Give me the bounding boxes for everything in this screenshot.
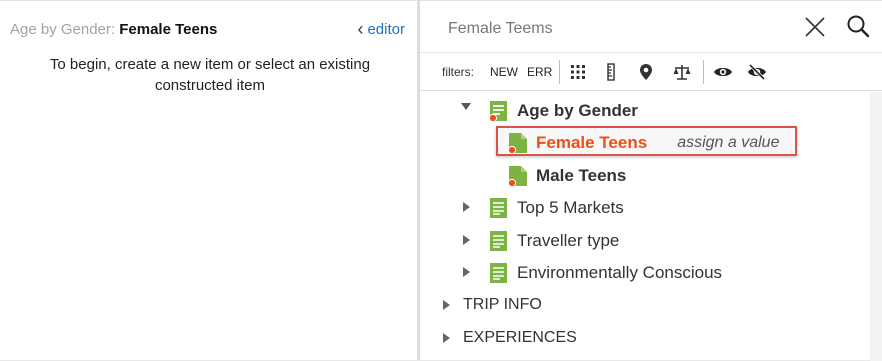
tree-node-top-5-markets[interactable]: Top 5 Markets <box>488 195 624 221</box>
caret-right-icon[interactable] <box>460 200 472 212</box>
variable-item-icon <box>507 132 529 155</box>
tree-node-label: Female Teens <box>536 133 648 152</box>
caret-down-icon[interactable] <box>460 99 472 111</box>
balance-scale-icon[interactable] <box>672 62 692 82</box>
search-input[interactable] <box>446 15 790 43</box>
grid-icon[interactable] <box>569 62 587 82</box>
close-icon[interactable] <box>804 16 826 38</box>
tree-node-traveller-type[interactable]: Traveller type <box>488 228 619 254</box>
chevron-left-icon: ‹ <box>357 19 364 39</box>
ruler-icon[interactable] <box>604 62 618 82</box>
tree-node-female-teens[interactable]: Female Teens assign a value <box>507 130 779 156</box>
tree-panel: filters: NEW ERR <box>420 0 882 361</box>
tree-section-trip-info[interactable]: TRIP INFO <box>463 292 542 318</box>
filter-new-button[interactable]: NEW <box>490 62 518 82</box>
variable-group-icon <box>488 262 510 284</box>
vertical-scrollbar[interactable] <box>870 92 882 361</box>
hint-line-2: constructed item <box>154 77 266 94</box>
variable-item-icon <box>507 165 529 188</box>
caret-right-icon[interactable] <box>460 233 472 245</box>
tree-section-experiences[interactable]: EXPERIENCES <box>463 325 577 351</box>
tree-section-label: EXPERIENCES <box>463 329 577 346</box>
breadcrumb-parent: Age by Gender: <box>10 21 116 38</box>
variable-group-icon <box>488 100 510 123</box>
tree-node-environmentally-conscious[interactable]: Environmentally Conscious <box>488 260 722 286</box>
caret-right-icon[interactable] <box>440 331 452 343</box>
search-icon[interactable] <box>846 14 870 38</box>
tree-node-male-teens[interactable]: Male Teens <box>507 163 626 189</box>
map-pin-icon[interactable] <box>638 62 654 82</box>
filters-label: filters: <box>442 65 475 79</box>
tree-view: Age by Gender Female Teens assign a valu… <box>420 92 868 361</box>
toolbar-separator <box>559 60 560 84</box>
tree-section-label: TRIP INFO <box>463 296 542 313</box>
caret-right-icon[interactable] <box>460 265 472 277</box>
assign-value-hint[interactable]: assign a value <box>677 134 779 152</box>
tree-node-label: Male Teens <box>536 166 627 185</box>
hint-line-1: To begin, create a new item or select an… <box>49 56 371 73</box>
caret-right-icon[interactable] <box>440 298 452 310</box>
tree-node-label: Top 5 Markets <box>517 198 624 217</box>
tree-node-age-by-gender[interactable]: Age by Gender <box>488 98 638 124</box>
tree-node-label: Age by Gender <box>517 101 638 120</box>
editor-panel: Age by Gender: Female Teens ‹ editor To … <box>0 0 417 360</box>
tree-node-label: Traveller type <box>517 231 620 250</box>
filters-toolbar: filters: NEW ERR <box>420 53 882 91</box>
search-bar <box>420 1 882 53</box>
eye-icon[interactable] <box>712 62 734 82</box>
toolbar-separator <box>703 60 704 84</box>
empty-state-hint: To begin, create a new item or select an… <box>20 54 400 96</box>
panel-title: Age by Gender: Female Teens <box>10 21 217 38</box>
variable-group-icon <box>488 197 510 219</box>
editor-link[interactable]: ‹ editor <box>357 19 405 39</box>
filter-err-button[interactable]: ERR <box>527 62 552 82</box>
variable-group-icon <box>488 230 510 252</box>
breadcrumb-current: Female Teens <box>119 21 218 38</box>
eye-slash-icon[interactable] <box>746 62 768 82</box>
editor-link-label: editor <box>367 21 405 38</box>
tree-node-label: Environmentally Conscious <box>517 263 723 282</box>
